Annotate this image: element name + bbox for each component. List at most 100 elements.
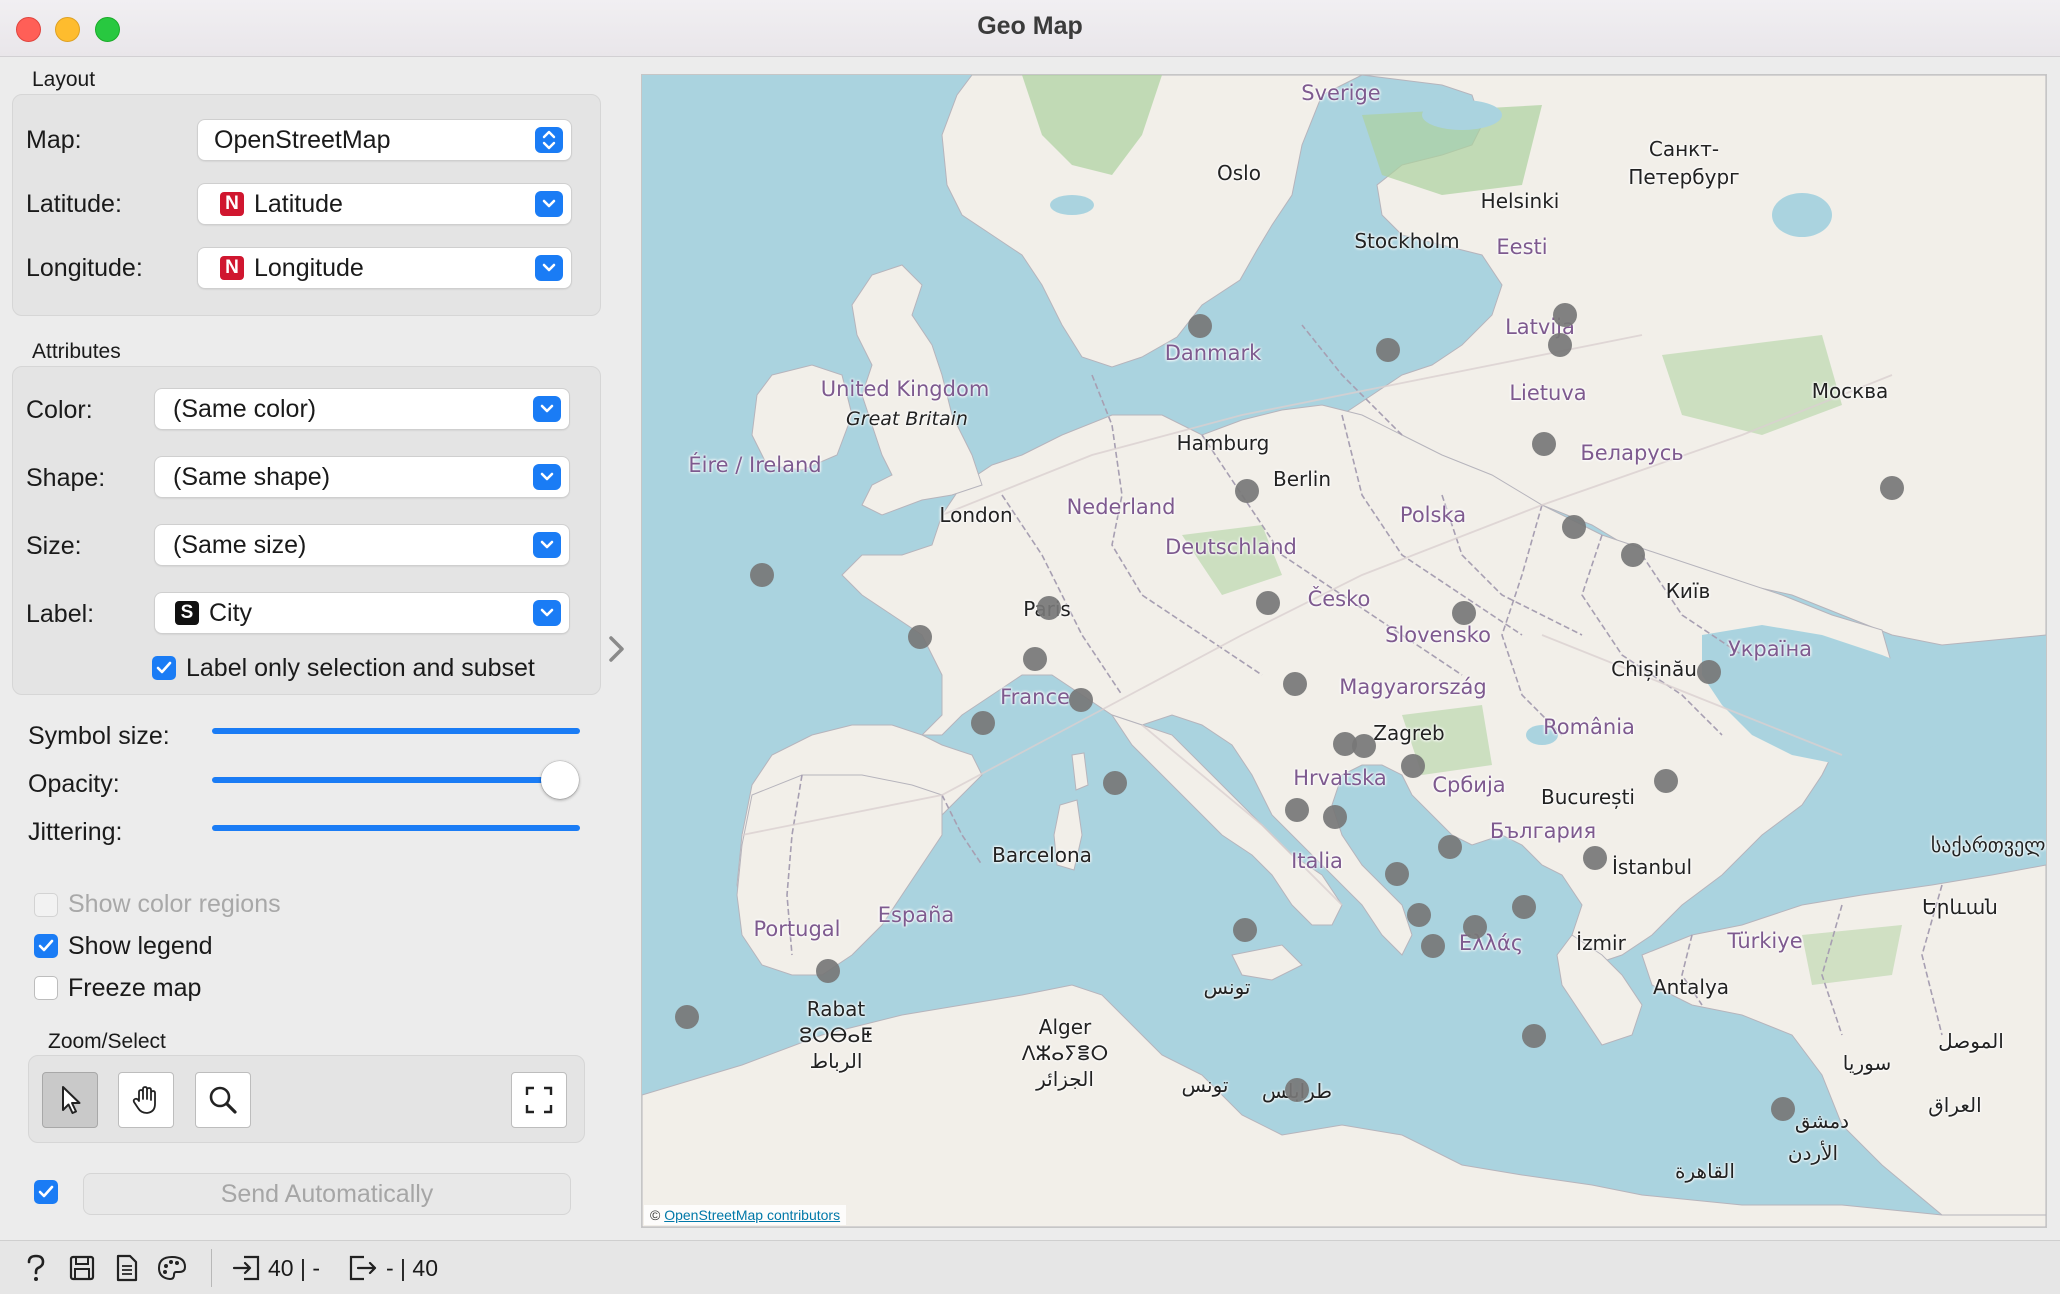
city-point-moscow[interactable] xyxy=(1879,476,1904,501)
city-point-bern[interactable] xyxy=(1102,770,1127,795)
city-point-lisbon[interactable] xyxy=(675,1004,700,1029)
map-label-cairo: القاهرة xyxy=(1675,1159,1735,1183)
map-label-france: France xyxy=(1000,685,1070,709)
zoom-select-group xyxy=(28,1055,585,1143)
output-icon xyxy=(348,1254,378,1287)
pan-tool-button[interactable] xyxy=(118,1072,174,1128)
city-point-zagreb[interactable] xyxy=(1322,805,1347,829)
reset-zoom-button[interactable] xyxy=(511,1072,567,1128)
city-point-oslo[interactable] xyxy=(1187,313,1212,338)
map-label-moskva: Москва xyxy=(1811,379,1889,403)
city-point-belgrade[interactable] xyxy=(1437,835,1462,860)
map-label-slovensko: Slovensko xyxy=(1385,623,1491,647)
city-point-nicosia[interactable] xyxy=(1770,1096,1795,1121)
map-label-danmark: Danmark xyxy=(1164,341,1262,365)
map-label-tunis_city: تونس xyxy=(1203,975,1251,999)
city-point-sofia[interactable] xyxy=(1511,895,1536,920)
map-view[interactable]: Sverige Oslo Helsinki Stockholm Санкт- Петерб… xyxy=(641,74,2047,1228)
collapse-panel-button[interactable] xyxy=(606,633,628,670)
city-point-madrid[interactable] xyxy=(815,958,840,983)
map-label-amazigh2: ⴷⵣⴰⵢⴻⵔ xyxy=(1021,1041,1109,1065)
chevron-down-icon xyxy=(535,191,563,217)
freeze-map-checkbox[interactable] xyxy=(34,976,58,1000)
label-select[interactable]: S City xyxy=(155,593,569,633)
shape-label: Shape: xyxy=(26,464,106,492)
hand-icon xyxy=(132,1086,156,1114)
map-label-cesko: Česko xyxy=(1307,587,1371,611)
city-point-riga[interactable] xyxy=(1531,431,1556,456)
map-label-rabat: Rabat xyxy=(806,997,866,1021)
window-title: Geo Map xyxy=(977,12,1083,40)
openstreetmap-link[interactable]: OpenStreetMap contributors xyxy=(664,1207,840,1223)
longitude-select[interactable]: N Longitude xyxy=(198,248,571,288)
city-point-bucharest[interactable] xyxy=(1583,845,1608,870)
map-label-spb1: Санкт- xyxy=(1648,137,1720,161)
label-only-selection-checkbox[interactable] xyxy=(152,656,176,680)
map-label-italia: Italia xyxy=(1291,849,1343,873)
city-point-bratislava[interactable] xyxy=(1351,733,1376,758)
size-select[interactable]: (Same size) xyxy=(155,525,569,565)
city-point-rome[interactable] xyxy=(1232,917,1257,942)
map-label-deutschland: Deutschland xyxy=(1165,535,1297,559)
city-point-vilnius[interactable] xyxy=(1562,515,1586,540)
city-point-valletta[interactable] xyxy=(1284,1078,1309,1103)
checkmark-icon xyxy=(38,1185,54,1198)
attributes-section-label: Attributes xyxy=(32,340,121,363)
opacity-slider-handle[interactable] xyxy=(541,761,579,799)
jittering-slider[interactable] xyxy=(212,825,580,831)
color-select[interactable]: (Same color) xyxy=(155,389,569,429)
city-point-berlin[interactable] xyxy=(1256,591,1280,616)
select-tool-button[interactable] xyxy=(42,1072,98,1128)
longitude-value: Longitude xyxy=(254,253,364,282)
city-point-minsk[interactable] xyxy=(1620,543,1645,568)
city-point-brussels[interactable] xyxy=(1022,647,1047,672)
city-point-copenhagen[interactable] xyxy=(1234,479,1259,504)
map-label-chisinau: Chișinău xyxy=(1611,657,1697,681)
fullscreen-icon xyxy=(525,1086,553,1114)
layout-section-label: Layout xyxy=(32,68,96,91)
map-label-hrvatska: Hrvatska xyxy=(1293,766,1387,790)
send-automatically-button[interactable]: Send Automatically xyxy=(84,1174,570,1214)
city-point-warsaw[interactable] xyxy=(1452,601,1476,626)
city-point-dublin[interactable] xyxy=(749,562,774,587)
zoom-tool-button[interactable] xyxy=(195,1072,251,1128)
map-label-alger: Alger xyxy=(1038,1015,1092,1039)
map-label-magyar: Magyarország xyxy=(1339,675,1487,699)
city-point-budapest[interactable] xyxy=(1401,753,1426,778)
latitude-label: Latitude: xyxy=(26,190,122,218)
latitude-select[interactable]: N Latitude xyxy=(198,184,571,224)
city-point-chisinau[interactable] xyxy=(1654,768,1679,793)
chevron-right-icon xyxy=(609,636,624,662)
send-automatically-checkbox[interactable] xyxy=(34,1180,58,1204)
label-label: Label: xyxy=(26,600,95,628)
shape-select[interactable]: (Same shape) xyxy=(155,457,569,497)
map-label-jordan: الأردن xyxy=(1787,1141,1839,1165)
status-bar: 40 | - - | 40 xyxy=(0,1240,2060,1294)
map-label-sverige: Sverige xyxy=(1301,81,1381,105)
city-point-podgorica[interactable] xyxy=(1407,902,1431,927)
city-point-ljubljana[interactable] xyxy=(1284,797,1309,822)
shape-value: (Same shape) xyxy=(173,462,331,491)
palette-icon[interactable] xyxy=(156,1254,188,1287)
city-point-stockholm[interactable] xyxy=(1376,337,1401,362)
show-legend-checkbox[interactable] xyxy=(34,934,58,958)
city-point-london[interactable] xyxy=(907,625,932,650)
map-label-helsinki: Helsinki xyxy=(1480,189,1560,213)
map-label-bulgaria: България xyxy=(1489,819,1597,843)
save-icon[interactable] xyxy=(68,1254,96,1287)
map-label-kyiv: Київ xyxy=(1665,579,1711,603)
size-label: Size: xyxy=(26,532,82,560)
map-label-izmir: İzmir xyxy=(1576,931,1626,955)
chevron-down-icon xyxy=(533,532,561,558)
city-point-luxembourg[interactable] xyxy=(1068,687,1093,712)
report-icon[interactable] xyxy=(114,1254,140,1287)
map-label-jazair: الجزائر xyxy=(1036,1067,1094,1091)
map-label-rabat_ar: الرباط xyxy=(809,1049,863,1073)
city-point-tirana[interactable] xyxy=(1421,933,1446,958)
show-color-regions-checkbox[interactable] xyxy=(34,893,58,917)
symbol-size-slider[interactable] xyxy=(212,728,580,734)
map-provider-select[interactable]: OpenStreetMap xyxy=(198,120,571,160)
opacity-slider[interactable] xyxy=(212,777,568,783)
checkmark-icon xyxy=(156,661,172,674)
help-icon[interactable] xyxy=(24,1254,48,1287)
